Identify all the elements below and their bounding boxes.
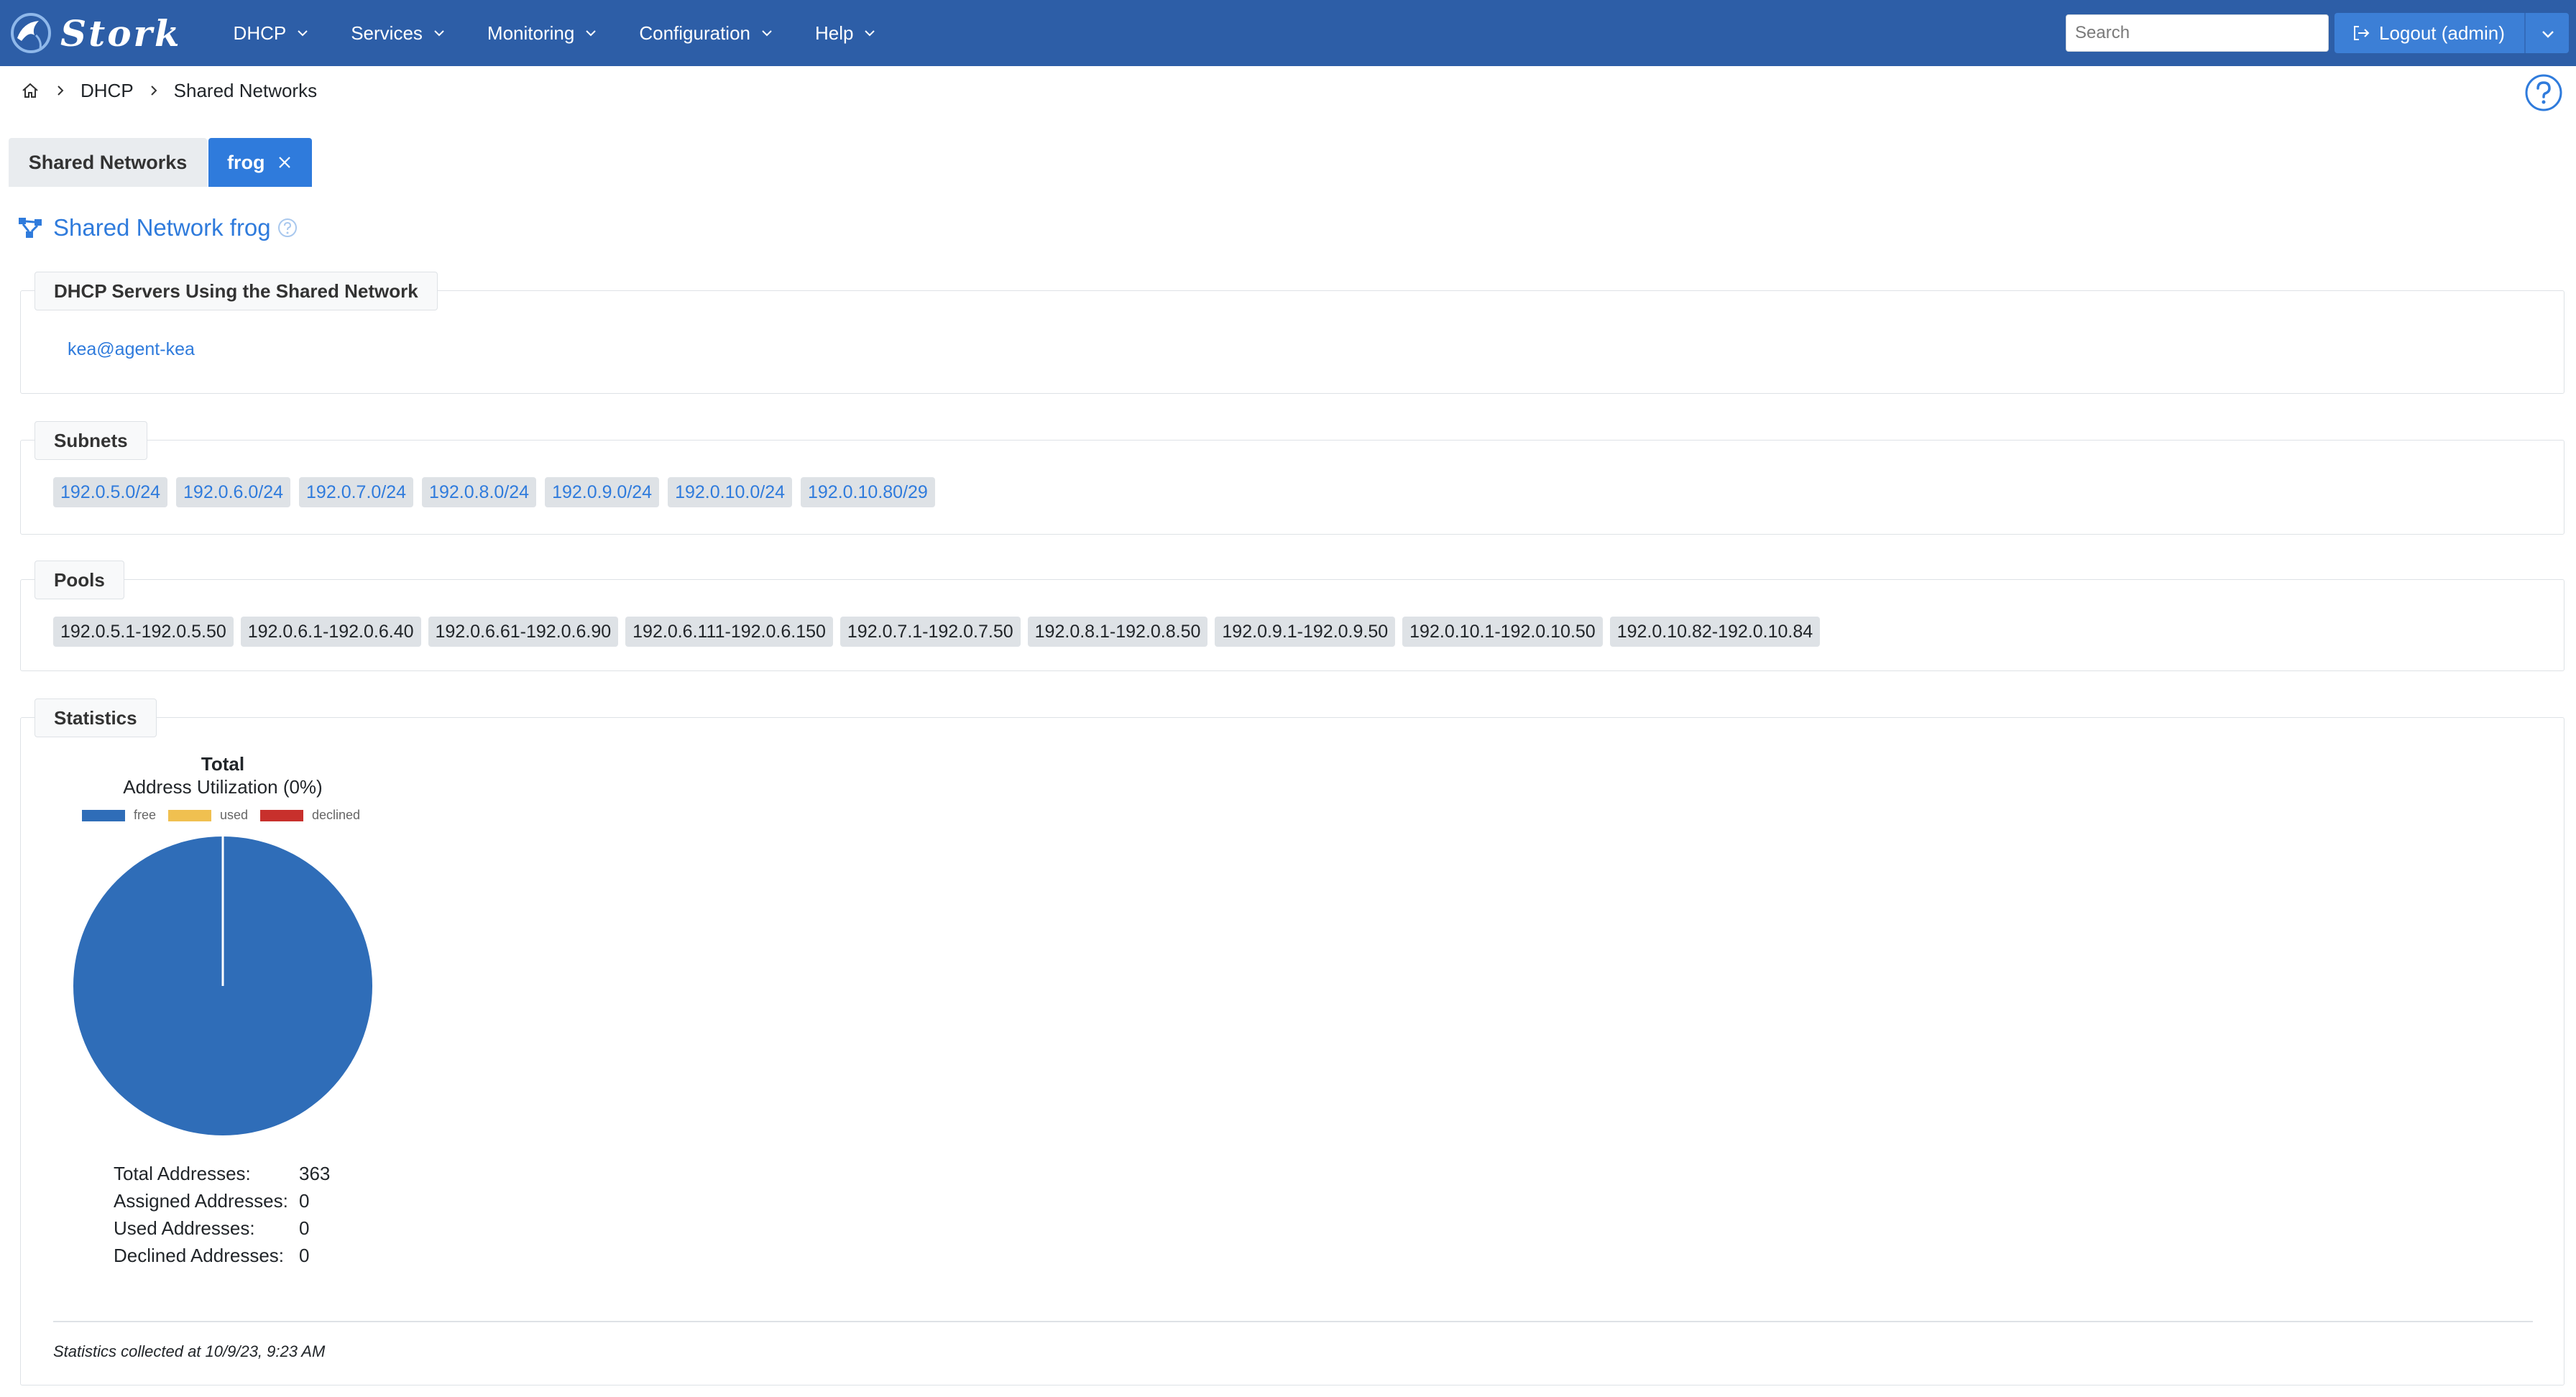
utilization-pie-chart (73, 836, 372, 1135)
search-input[interactable] (2066, 14, 2329, 52)
pools-legend: Pools (34, 561, 124, 599)
chevron-right-icon (150, 86, 157, 96)
legend-label-free: free (134, 808, 157, 822)
statistics-panel (20, 717, 2564, 1386)
breadcrumb: DHCP Shared Networks (20, 78, 317, 103)
pool-chip: 192.0.10.82-192.0.10.84 (1609, 617, 1821, 647)
pool-chip: 192.0.6.111-192.0.6.150 (625, 617, 833, 647)
help-question-icon[interactable] (277, 217, 298, 239)
nav-dhcp-label: DHCP (233, 22, 287, 44)
servers-legend: DHCP Servers Using the Shared Network (34, 272, 438, 310)
stat-label: Assigned Addresses: (114, 1189, 288, 1212)
chevron-down-icon (298, 30, 308, 37)
subnet-chip[interactable]: 192.0.10.80/29 (801, 477, 935, 507)
nav-configuration-label: Configuration (639, 22, 750, 44)
subnet-chip[interactable]: 192.0.6.0/24 (176, 477, 291, 507)
statistics-legend-text: Statistics (54, 706, 137, 729)
statistics-collected-time: Statistics collected at 10/9/23, 9:23 AM (53, 1342, 326, 1360)
breadcrumb-dhcp[interactable]: DHCP (80, 80, 134, 102)
tab-shared-networks[interactable]: Shared Networks (9, 138, 207, 187)
statistics-legend: Statistics (34, 698, 157, 737)
pool-list: 192.0.5.1-192.0.5.50 192.0.6.1-192.0.6.4… (53, 617, 1827, 647)
stat-row-total: Total Addresses: 363 (114, 1160, 330, 1187)
chevron-down-icon (865, 30, 875, 37)
page-title: Shared Network frog (17, 214, 298, 241)
logo-text: Stork (60, 11, 182, 55)
subnets-legend: Subnets (34, 421, 147, 460)
chevron-right-icon (58, 86, 64, 96)
pool-chip: 192.0.7.1-192.0.7.50 (840, 617, 1021, 647)
tab-frog-label: frog (227, 151, 265, 173)
home-icon[interactable] (20, 80, 40, 101)
chevron-down-icon (434, 30, 444, 37)
nav-monitoring[interactable]: Monitoring (487, 22, 597, 45)
legend-label-used: used (220, 808, 249, 822)
pool-chip: 192.0.10.1-192.0.10.50 (1402, 617, 1603, 647)
server-link[interactable]: kea@agent-kea (68, 339, 195, 360)
legend-swatch-free (82, 809, 125, 821)
nav-help[interactable]: Help (815, 22, 876, 45)
subnets-legend-text: Subnets (54, 429, 128, 451)
sitemap-icon (19, 218, 42, 238)
nav-services-label: Services (351, 22, 423, 44)
servers-legend-text: DHCP Servers Using the Shared Network (54, 280, 418, 302)
subnet-list: 192.0.5.0/24 192.0.6.0/24 192.0.7.0/24 1… (53, 477, 944, 507)
statistics-table: Total Addresses: 363 Assigned Addresses:… (114, 1160, 330, 1269)
stat-label: Total Addresses: (114, 1162, 251, 1184)
stat-value: 363 (299, 1162, 331, 1184)
help-question-icon[interactable] (2524, 73, 2563, 112)
tab-shared-networks-label: Shared Networks (28, 151, 188, 173)
pool-chip: 192.0.9.1-192.0.9.50 (1215, 617, 1396, 647)
chart-title: Total (201, 753, 245, 775)
subnet-chip[interactable]: 192.0.8.0/24 (422, 477, 537, 507)
nav-monitoring-label: Monitoring (487, 22, 575, 44)
stat-label: Declined Addresses: (114, 1244, 285, 1266)
stork-logo-icon (11, 13, 51, 53)
subnet-chip[interactable]: 192.0.7.0/24 (299, 477, 414, 507)
nav-services[interactable]: Services (351, 22, 446, 45)
logout-split-divider (2524, 13, 2526, 53)
statistics-divider (53, 1321, 2533, 1322)
stat-row-used: Used Addresses: 0 (114, 1214, 330, 1242)
chevron-down-icon (762, 30, 772, 37)
subnet-chip[interactable]: 192.0.9.0/24 (545, 477, 660, 507)
close-icon[interactable] (276, 154, 293, 171)
stat-value: 0 (299, 1217, 310, 1239)
pool-chip: 192.0.6.1-192.0.6.40 (240, 617, 421, 647)
breadcrumb-shared-networks: Shared Networks (173, 79, 318, 101)
nav-dhcp[interactable]: DHCP (234, 22, 310, 45)
chart-legend-free[interactable]: free (82, 808, 156, 823)
pool-chip: 192.0.8.1-192.0.8.50 (1027, 617, 1208, 647)
stork-logo[interactable]: Stork (7, 0, 182, 66)
logout-label: Logout (admin) (2379, 22, 2505, 44)
pool-chip: 192.0.5.1-192.0.5.50 (53, 617, 234, 647)
stat-value: 0 (299, 1189, 310, 1212)
tab-frog[interactable]: frog (208, 138, 312, 187)
nav-configuration[interactable]: Configuration (639, 22, 773, 45)
pool-chip: 192.0.6.61-192.0.6.90 (428, 617, 619, 647)
chart-legend-used[interactable]: used (168, 808, 248, 823)
legend-swatch-declined (260, 809, 303, 821)
subnet-chip[interactable]: 192.0.5.0/24 (53, 477, 168, 507)
logout-button[interactable]: Logout (admin) (2334, 13, 2569, 53)
chevron-down-icon (586, 30, 597, 37)
pools-legend-text: Pools (54, 568, 105, 591)
top-navbar: Stork DHCP Services Monitoring Configura… (0, 0, 2576, 66)
nav-help-label: Help (814, 22, 854, 44)
chevron-down-icon[interactable] (2540, 26, 2556, 42)
stat-row-assigned: Assigned Addresses: 0 (114, 1187, 330, 1214)
page-title-text: Shared Network frog (53, 214, 271, 241)
legend-swatch-used (168, 809, 211, 821)
subnet-chip[interactable]: 192.0.10.0/24 (668, 477, 792, 507)
stat-value: 0 (299, 1244, 310, 1266)
chart-legend-declined[interactable]: declined (260, 808, 360, 823)
main-nav: DHCP Services Monitoring Configuration H… (234, 0, 919, 66)
stat-label: Used Addresses: (114, 1217, 255, 1239)
sign-out-icon (2354, 26, 2370, 40)
chart-subtitle: Address Utilization (0%) (123, 776, 323, 798)
stat-row-declined: Declined Addresses: 0 (114, 1242, 330, 1269)
legend-label-declined: declined (312, 808, 361, 822)
